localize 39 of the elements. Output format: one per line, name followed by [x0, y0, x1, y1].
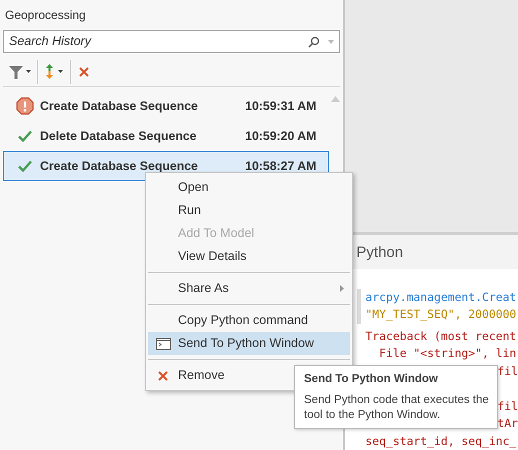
code-line: arcpy.management.Creat [365, 290, 516, 304]
check-icon [18, 160, 32, 172]
code-line: tAr [497, 416, 518, 430]
delete-icon [158, 370, 168, 380]
code-line: File "<string>", lin [378, 346, 516, 360]
tool-name: Delete Database Sequence [40, 128, 198, 145]
panel-title: Geoprocessing [4, 7, 87, 24]
menu-item[interactable]: Share As [148, 277, 350, 300]
history-row[interactable]: Create Database Sequence 10:59:31 AM [3, 91, 330, 121]
submenu-arrow-icon [340, 285, 344, 292]
delete-icon [79, 66, 89, 76]
code-line: seq_start_id, seq_inc_ [365, 434, 516, 448]
dropdown-caret-icon[interactable] [328, 40, 334, 44]
search-field[interactable]: Search History [3, 30, 340, 53]
tool-name: Create Database Sequence [40, 98, 199, 115]
tooltip-title: Send To Python Window [304, 372, 439, 387]
tooltip-text: Send Python code that executes the tool to the Python Window. [304, 393, 490, 424]
run-time: 10:59:20 AM [245, 128, 316, 145]
history-row[interactable]: Delete Database Sequence 10:59:20 AM [3, 121, 330, 151]
menu-item[interactable]: Copy Python command [148, 309, 350, 332]
code-line: fil [497, 364, 518, 378]
tool-name: Create Database Sequence [40, 158, 199, 175]
menu-item[interactable]: Send To Python Window [148, 332, 350, 355]
run-time: 10:59:31 AM [245, 98, 316, 115]
filter-icon [9, 64, 23, 78]
run-time: 10:58:27 AM [245, 158, 316, 175]
menu-item[interactable]: Run [148, 199, 350, 222]
check-icon [18, 130, 32, 142]
code-line: Traceback (most recent [365, 328, 516, 342]
sort-icon [45, 64, 54, 79]
caret-icon [58, 70, 63, 73]
console-window-icon [156, 338, 170, 350]
search-icon[interactable] [308, 36, 320, 48]
caret-icon [26, 70, 31, 73]
code-line: "MY_TEST_SEQ", 2000000 [365, 307, 516, 321]
code-line: fil [497, 398, 518, 412]
search-input[interactable]: Search History [9, 32, 308, 51]
filter-button[interactable] [9, 60, 38, 84]
error-icon [16, 97, 34, 115]
